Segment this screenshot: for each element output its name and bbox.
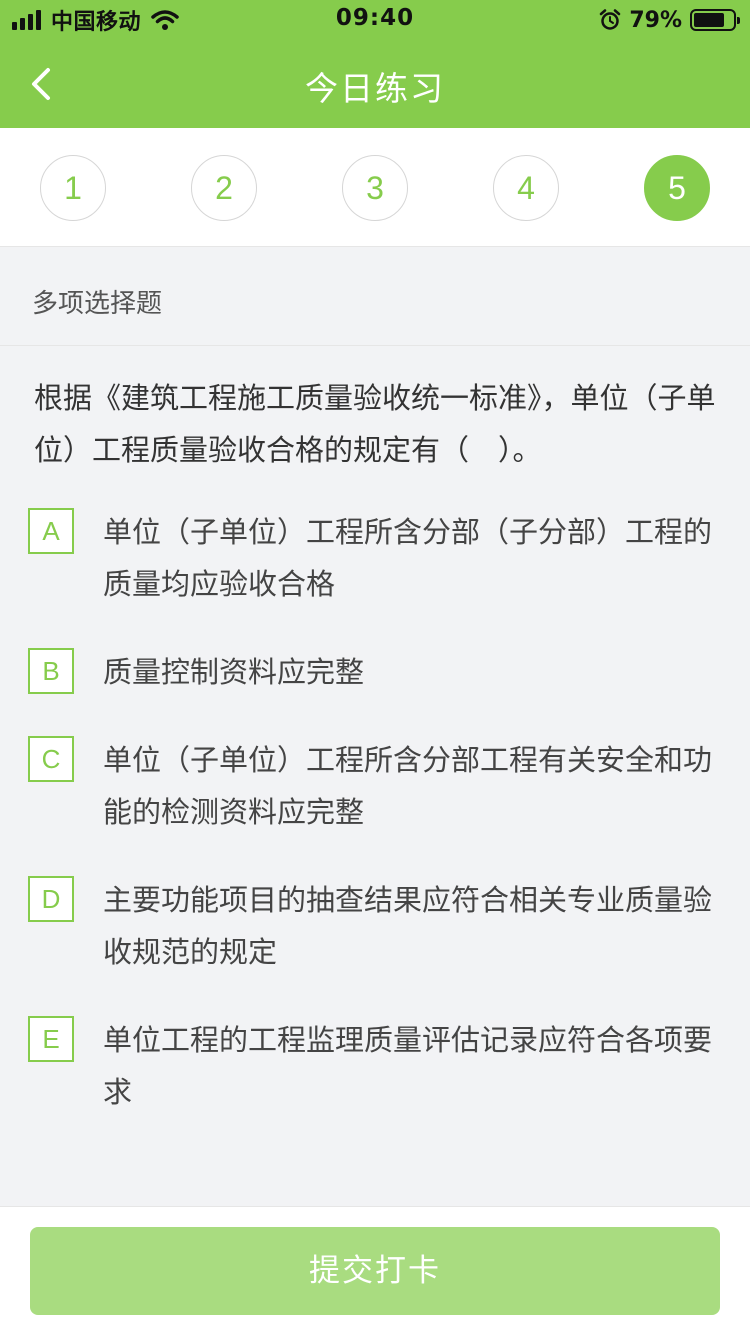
option-text[interactable]: 主要功能项目的抽查结果应符合相关专业质量验收规范的规定	[103, 874, 723, 978]
battery-icon	[690, 9, 740, 31]
option-text[interactable]: 单位（子单位）工程所含分部（子分部）工程的质量均应验收合格	[103, 506, 723, 610]
question-type: 多项选择题	[32, 289, 163, 319]
option-text[interactable]: 单位工程的工程监理质量评估记录应符合各项要求	[103, 1014, 723, 1118]
battery-level	[694, 13, 725, 27]
option-key-box[interactable]: D	[28, 876, 74, 922]
battery-percent: 79%	[629, 7, 682, 33]
option-key-box[interactable]: B	[28, 648, 74, 694]
question-type-header: 多项选择题	[0, 247, 750, 346]
question-text: 根据《建筑工程施工质量验收统一标准》，单位（子单位）工程质量验收合格的规定有（ …	[34, 381, 716, 467]
bottom-bar: 提交打卡	[0, 1206, 750, 1334]
option-key-box[interactable]: A	[28, 508, 74, 554]
option-text[interactable]: 质量控制资料应完整	[103, 646, 723, 698]
step-3[interactable]: 3	[342, 155, 408, 221]
step-2[interactable]: 2	[191, 155, 257, 221]
option-key-box[interactable]: E	[28, 1016, 74, 1062]
alarm-icon	[600, 9, 621, 30]
step-1[interactable]: 1	[40, 155, 106, 221]
status-bar: 中国移动 09:40 79%	[0, 0, 750, 40]
nav-bar: 今日练习	[0, 40, 750, 128]
step-5[interactable]: 5	[644, 155, 710, 221]
question-steps: 1 2 3 4 5	[0, 128, 750, 247]
status-right: 79%	[599, 6, 740, 34]
option-text[interactable]: 单位（子单位）工程所含分部工程有关安全和功能的检测资料应完整	[103, 734, 723, 838]
page-title: 今日练习	[305, 69, 445, 108]
submit-button[interactable]: 提交打卡	[30, 1227, 720, 1315]
option-key-box[interactable]: C	[28, 736, 74, 782]
step-4[interactable]: 4	[493, 155, 559, 221]
